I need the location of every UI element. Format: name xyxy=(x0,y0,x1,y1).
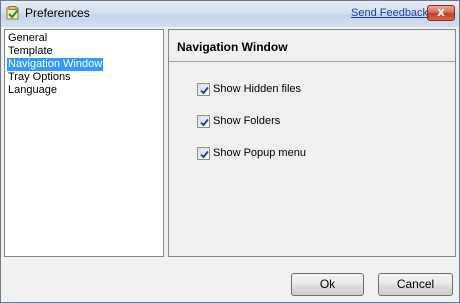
checkmark-icon xyxy=(200,118,209,127)
category-list[interactable]: General Template Navigation Window Tray … xyxy=(4,29,164,257)
ok-button[interactable]: Ok xyxy=(291,273,364,296)
send-feedback-link[interactable]: Send Feedback xyxy=(351,7,428,19)
list-item-general[interactable]: General xyxy=(7,32,48,45)
checkmark-icon xyxy=(200,150,209,159)
panel-title: Navigation Window xyxy=(177,40,288,54)
title-bar[interactable]: Preferences Send Feedback x xyxy=(1,1,459,27)
show-folders-checkbox[interactable] xyxy=(197,115,210,128)
preferences-check-icon xyxy=(6,6,20,20)
list-item-tray-options[interactable]: Tray Options xyxy=(7,71,72,84)
settings-panel: Navigation Window Show Hidden files Show… xyxy=(168,29,456,257)
list-item-navigation-window[interactable]: Navigation Window xyxy=(7,58,104,71)
show-popup-menu-label: Show Popup menu xyxy=(213,147,306,159)
list-item-template[interactable]: Template xyxy=(7,45,54,58)
list-item-language[interactable]: Language xyxy=(7,84,58,97)
show-hidden-files-checkbox[interactable] xyxy=(197,83,210,96)
close-button[interactable]: x xyxy=(427,5,455,21)
show-popup-menu-checkbox[interactable] xyxy=(197,147,210,160)
window-title: Preferences xyxy=(25,6,90,20)
preferences-dialog: Preferences Send Feedback x General Temp… xyxy=(0,0,460,303)
close-icon: x xyxy=(437,5,445,19)
show-hidden-files-label: Show Hidden files xyxy=(213,83,302,95)
cancel-button[interactable]: Cancel xyxy=(378,273,453,296)
checkmark-icon xyxy=(200,86,209,95)
header-divider xyxy=(169,61,455,62)
show-folders-label: Show Folders xyxy=(213,115,281,127)
